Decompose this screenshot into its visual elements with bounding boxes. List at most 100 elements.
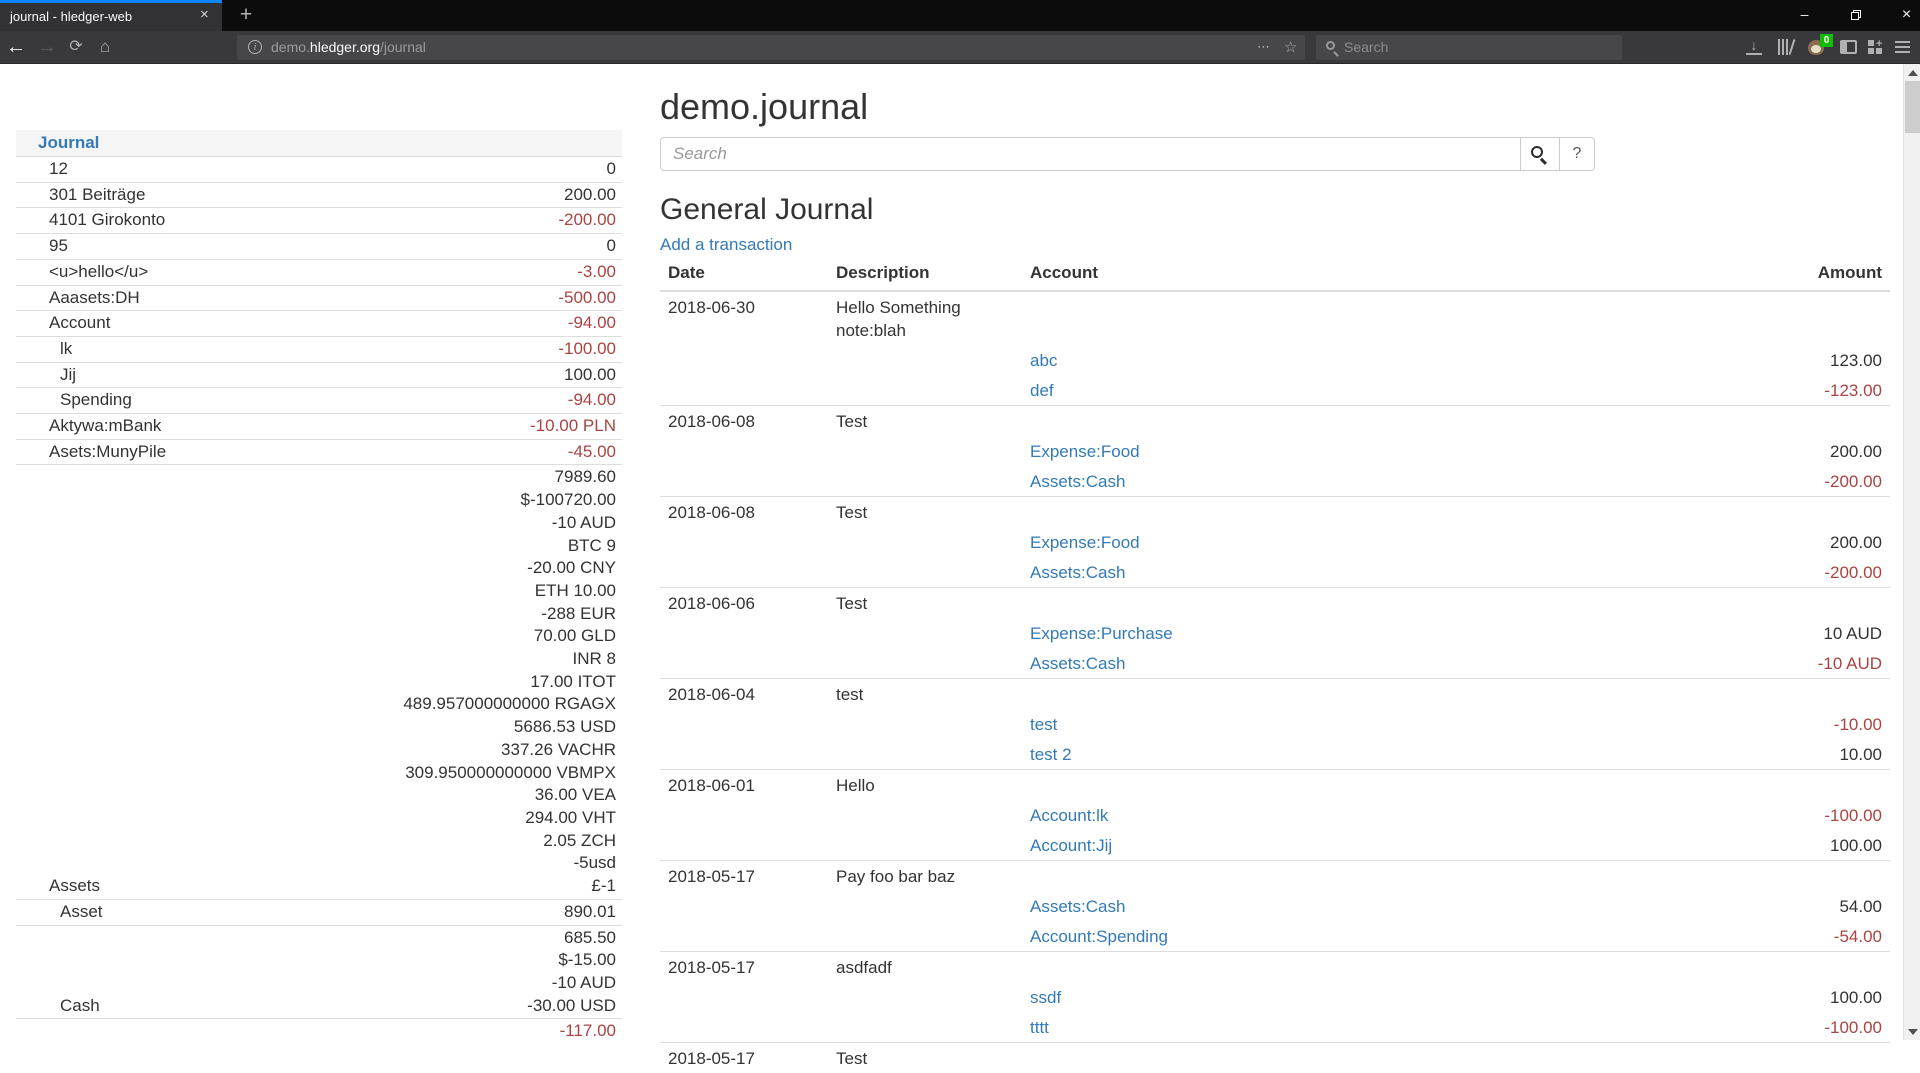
site-info-icon[interactable]: i <box>248 40 262 54</box>
posting-account-link[interactable]: test <box>1030 715 1057 734</box>
search-icon <box>1531 146 1543 158</box>
spacer-cell <box>828 1012 1022 1043</box>
transaction-row[interactable]: 2018-06-08Test <box>660 406 1890 437</box>
page-content: Journal 120301 Beiträge200.004101 Giroko… <box>0 64 1920 1040</box>
posting-account-link[interactable]: abc <box>1030 351 1057 370</box>
transaction-row[interactable]: 2018-05-17Pay foo bar baz <box>660 861 1890 892</box>
browser-search-field[interactable]: Search <box>1316 35 1622 60</box>
posting-account-cell: Account:Jij <box>1022 830 1610 861</box>
spacer-cell <box>1022 1043 1610 1073</box>
spacer-cell <box>660 527 828 557</box>
spacer-cell <box>1022 952 1610 983</box>
page-actions-icon[interactable]: ⋯ <box>1257 39 1271 55</box>
window-restore-button[interactable] <box>1833 0 1878 31</box>
posting-account-link[interactable]: Account:Spending <box>1030 927 1168 946</box>
posting-account-link[interactable]: tttt <box>1030 1018 1049 1037</box>
add-transaction-link[interactable]: Add a transaction <box>660 235 792 254</box>
menu-icon[interactable] <box>1895 41 1910 53</box>
posting-account-link[interactable]: test 2 <box>1030 745 1072 764</box>
sidebar-account-link[interactable]: Cash <box>60 996 100 1015</box>
posting-row: tttt-100.00 <box>660 1012 1890 1043</box>
home-icon[interactable]: ⌂ <box>91 31 119 63</box>
sidebar-account-link[interactable]: lk <box>60 339 72 358</box>
posting-account-link[interactable]: Assets:Cash <box>1030 472 1125 491</box>
sidebar-account-link[interactable]: 12 <box>49 159 68 178</box>
library-icon[interactable] <box>1777 39 1795 55</box>
back-icon[interactable]: ← <box>2 31 30 63</box>
column-header-account: Account <box>1022 259 1610 291</box>
url-bar[interactable]: i demo.hledger.org/journal ⋯ ☆ <box>237 35 1305 60</box>
extension-grid-icon[interactable]: + <box>1868 40 1883 55</box>
account-balance-cell: 890.01 <box>263 899 622 925</box>
sidebar-account-link[interactable]: Aaasets:DH <box>49 288 140 307</box>
sidebar-journal-link[interactable]: Journal <box>38 133 99 152</box>
journal-search-group: ? <box>660 137 1595 171</box>
posting-amount: 123.00 <box>1610 345 1890 375</box>
posting-account-cell: def <box>1022 375 1610 406</box>
window-minimize-button[interactable]: – <box>1782 0 1827 31</box>
sidebar-account-row: Asets:MunyPile-45.00 <box>16 439 622 465</box>
scrollbar-thumb[interactable] <box>1905 81 1920 133</box>
new-tab-button[interactable]: + <box>232 2 260 29</box>
transaction-row[interactable]: 2018-06-30Hello Something note:blah <box>660 291 1890 345</box>
account-balance: 890.01 <box>263 901 616 924</box>
journal-table: Date Description Account Amount 2018-06-… <box>660 259 1890 1073</box>
account-balance: $-15.00 <box>263 949 616 972</box>
account-balance: BTC 9 <box>263 535 616 558</box>
posting-account-link[interactable]: Account:Jij <box>1030 836 1112 855</box>
transaction-row[interactable]: 2018-06-06Test <box>660 588 1890 619</box>
reload-icon[interactable]: ⟳ <box>62 31 90 63</box>
sidebar-account-link[interactable]: Aktywa:mBank <box>49 416 161 435</box>
spacer-cell <box>828 709 1022 739</box>
transaction-description: asdfadf <box>828 952 1022 983</box>
search-help-button[interactable]: ? <box>1560 137 1595 171</box>
scroll-down-icon[interactable] <box>1908 1029 1918 1035</box>
sidebar-account-link[interactable]: Asset <box>60 902 103 921</box>
tab-close-icon[interactable]: × <box>200 6 209 23</box>
sidebar-account-row: Aaasets:DH-500.00 <box>16 285 622 311</box>
sidebar-account-link[interactable]: <u>hello</u> <box>49 262 148 281</box>
transaction-row[interactable]: 2018-06-08Test <box>660 497 1890 528</box>
journal-search-input[interactable] <box>660 137 1521 171</box>
posting-account-link[interactable]: Assets:Cash <box>1030 654 1125 673</box>
sidebar-account-link[interactable]: Account <box>49 313 110 332</box>
posting-account-link[interactable]: ssdf <box>1030 988 1061 1007</box>
spacer-cell <box>828 436 1022 466</box>
account-balance: 294.00 VHT <box>263 807 616 830</box>
spacer-cell <box>660 891 828 921</box>
sidebar-account-link[interactable]: 301 Beiträge <box>49 185 145 204</box>
posting-account-link[interactable]: Assets:Cash <box>1030 563 1125 582</box>
sidebar-account-link[interactable]: Spending <box>60 390 132 409</box>
sidebar-account-link[interactable]: Jij <box>60 365 76 384</box>
sidebar-account-link[interactable]: 4101 Girokonto <box>49 210 165 229</box>
downloads-icon[interactable]: ↓ <box>1746 38 1762 55</box>
window-close-button[interactable]: × <box>1884 0 1920 31</box>
posting-account-cell: ssdf <box>1022 982 1610 1012</box>
forward-icon[interactable]: → <box>33 31 61 63</box>
posting-account-link[interactable]: Expense:Food <box>1030 533 1140 552</box>
sidebar-account-link[interactable]: Assets <box>49 876 100 895</box>
posting-account-link[interactable]: def <box>1030 381 1054 400</box>
posting-row: Account:Jij100.00 <box>660 830 1890 861</box>
bookmark-star-icon[interactable]: ☆ <box>1284 38 1297 56</box>
page-scrollbar[interactable] <box>1903 64 1920 1040</box>
transaction-row[interactable]: 2018-05-17asdfadf <box>660 952 1890 983</box>
sidebar-account-row: Spending-94.00 <box>16 388 622 414</box>
sidebar-account-link[interactable]: 95 <box>49 236 68 255</box>
browser-tab[interactable]: journal - hledger-web × <box>0 0 222 31</box>
account-balance: 17.00 ITOT <box>263 671 616 694</box>
transaction-row[interactable]: 2018-05-17Test <box>660 1043 1890 1073</box>
scroll-up-icon[interactable] <box>1908 70 1918 76</box>
sidebar-toggle-icon[interactable] <box>1840 40 1857 54</box>
transaction-row[interactable]: 2018-06-01Hello <box>660 770 1890 801</box>
posting-account-link[interactable]: Expense:Purchase <box>1030 624 1173 643</box>
posting-account-link[interactable]: Account:lk <box>1030 806 1108 825</box>
transaction-row[interactable]: 2018-06-04test <box>660 679 1890 710</box>
posting-account-link[interactable]: Assets:Cash <box>1030 897 1125 916</box>
journal-search-button[interactable] <box>1521 137 1560 171</box>
account-name-cell: Asset <box>16 899 263 925</box>
sidebar-account-link[interactable]: Asets:MunyPile <box>49 442 166 461</box>
account-balance: -10 AUD <box>263 512 616 535</box>
account-balance: -10.00 PLN <box>263 415 616 438</box>
posting-account-link[interactable]: Expense:Food <box>1030 442 1140 461</box>
